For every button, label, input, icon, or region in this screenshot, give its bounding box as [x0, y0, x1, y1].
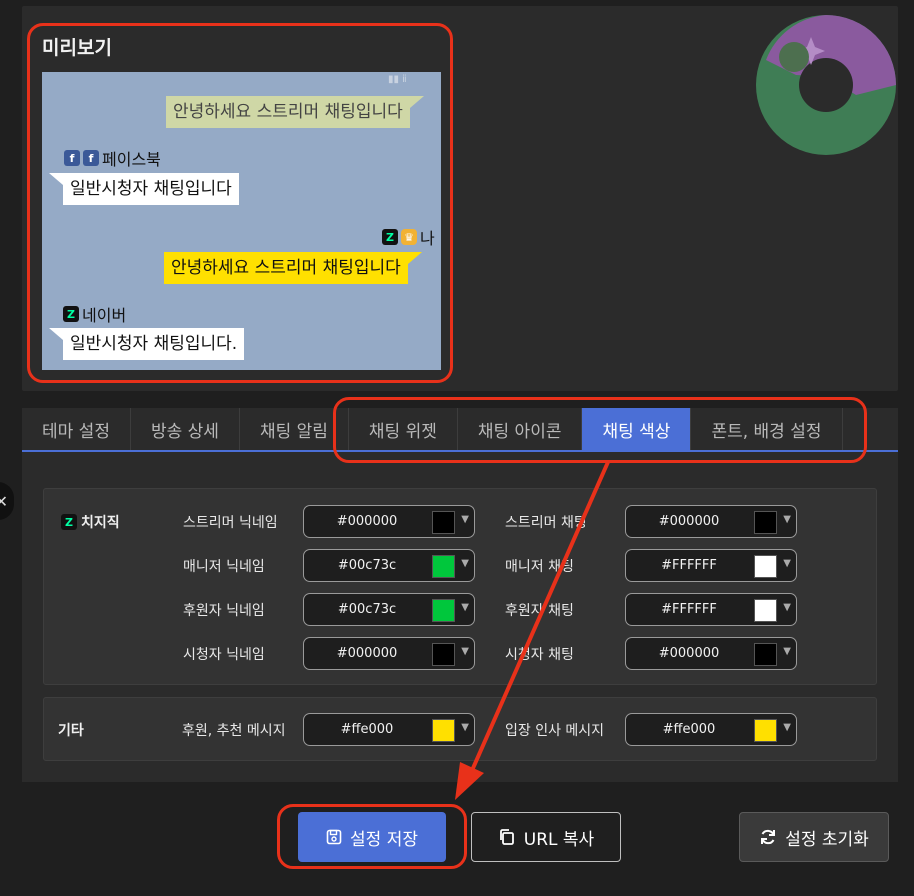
annotation-arrow-icon: [455, 461, 610, 800]
